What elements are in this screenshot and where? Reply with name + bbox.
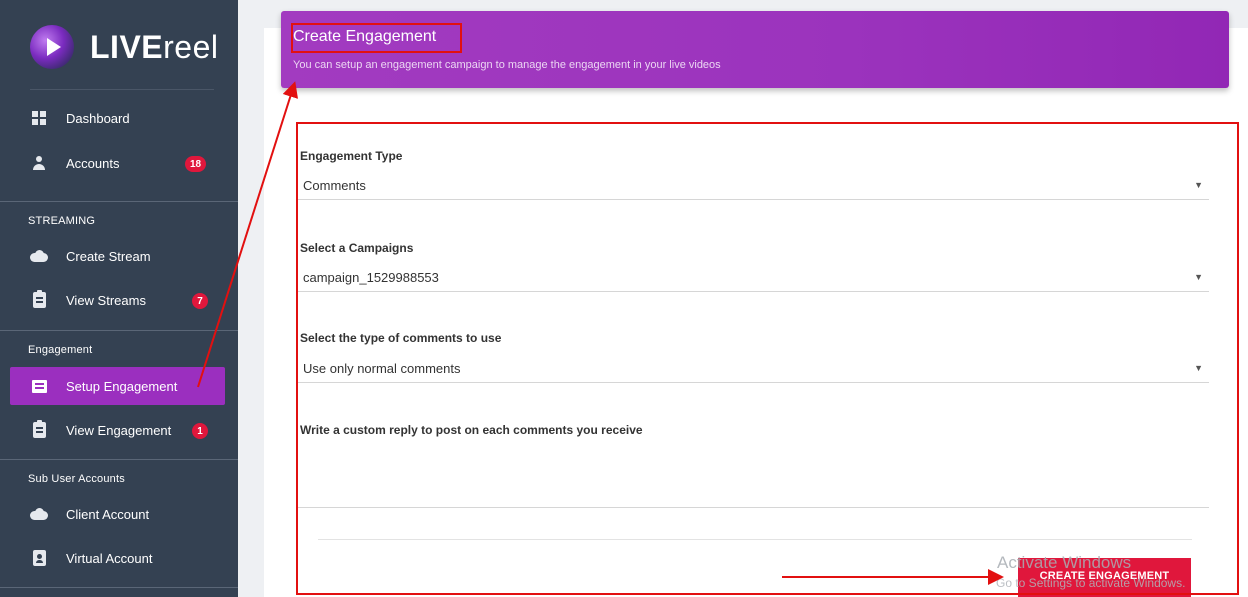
sidebar: LIVEreel Dashboard Accounts 18 STREAMING… [0,0,238,597]
divider [0,459,238,460]
sidebar-item-view-engagement[interactable]: View Engagement [30,420,171,440]
section-title-engagement: Engagement [28,344,93,356]
divider [0,330,238,331]
brand-name: LIVEreel [90,28,219,65]
sidebar-item-accounts[interactable]: Accounts [30,153,119,173]
sidebar-item-setup-engagement[interactable]: Setup Engagement [30,376,177,396]
sidebar-item-client-account[interactable]: Client Account [30,504,149,524]
sidebar-item-label: Setup Engagement [66,378,178,394]
section-title-streaming: STREAMING [28,215,96,227]
sidebar-item-label: View Engagement [66,422,172,438]
sidebar-item-create-stream[interactable]: Create Stream [30,246,151,266]
section-title-sub-user-accounts: Sub User Accounts [28,473,125,485]
annotation-box-form [296,122,1239,595]
sidebar-item-label: Virtual Account [66,550,153,566]
sidebar-item-virtual-account[interactable]: Virtual Account [30,548,152,568]
sidebar-item-label: Accounts [66,155,120,171]
cloud-upload-icon [30,505,48,523]
clipboard-icon [30,290,48,309]
divider [0,587,238,588]
annotation-box-title [291,23,462,53]
sidebar-item-label: View Streams [66,292,146,308]
play-logo-icon [30,25,74,69]
engagement-count-badge: 1 [192,423,208,439]
brand-logo[interactable]: LIVEreel [30,22,218,72]
page-subtitle: You can setup an engagement campaign to … [293,59,721,71]
person-icon [30,154,48,172]
cloud-upload-icon [30,247,48,265]
divider [30,89,214,90]
chat-icon [30,377,48,395]
sidebar-item-label: Create Stream [66,248,151,264]
sidebar-item-label: Client Account [66,506,150,522]
clipboard-icon [30,420,48,439]
divider [0,201,238,202]
sidebar-item-view-streams[interactable]: View Streams [30,290,146,310]
dashboard-icon [30,109,48,127]
accounts-count-badge: 18 [185,156,207,172]
sidebar-item-label: Dashboard [66,110,130,126]
streams-count-badge: 7 [192,293,208,309]
sidebar-item-dashboard[interactable]: Dashboard [30,108,130,128]
contact-icon [30,549,48,567]
